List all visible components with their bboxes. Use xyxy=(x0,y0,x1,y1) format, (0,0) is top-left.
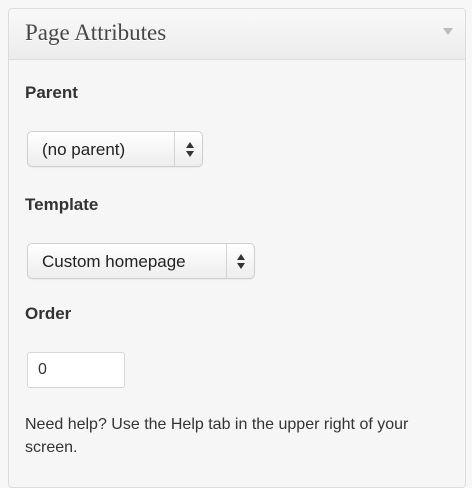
panel-header[interactable]: Page Attributes xyxy=(9,9,465,60)
panel-title: Page Attributes xyxy=(25,20,167,45)
help-text: Need help? Use the Help tab in the upper… xyxy=(25,416,409,456)
up-down-arrows-icon xyxy=(236,254,246,270)
page-background: Page Attributes Parent (no parent) Templ… xyxy=(0,0,472,488)
up-down-arrows-icon xyxy=(185,142,195,158)
template-select[interactable]: Custom homepage xyxy=(27,243,255,279)
page-attributes-panel: Page Attributes Parent (no parent) Templ… xyxy=(8,8,466,488)
select-divider xyxy=(174,132,175,166)
select-divider xyxy=(226,244,227,278)
collapse-toggle-icon[interactable] xyxy=(443,28,453,35)
order-input[interactable] xyxy=(27,352,125,388)
parent-select[interactable]: (no parent) xyxy=(27,131,203,167)
parent-label: Parent xyxy=(25,83,78,102)
order-label: Order xyxy=(25,304,72,323)
template-label: Template xyxy=(25,195,99,214)
parent-select-value: (no parent) xyxy=(42,140,126,159)
template-select-value: Custom homepage xyxy=(42,252,186,271)
